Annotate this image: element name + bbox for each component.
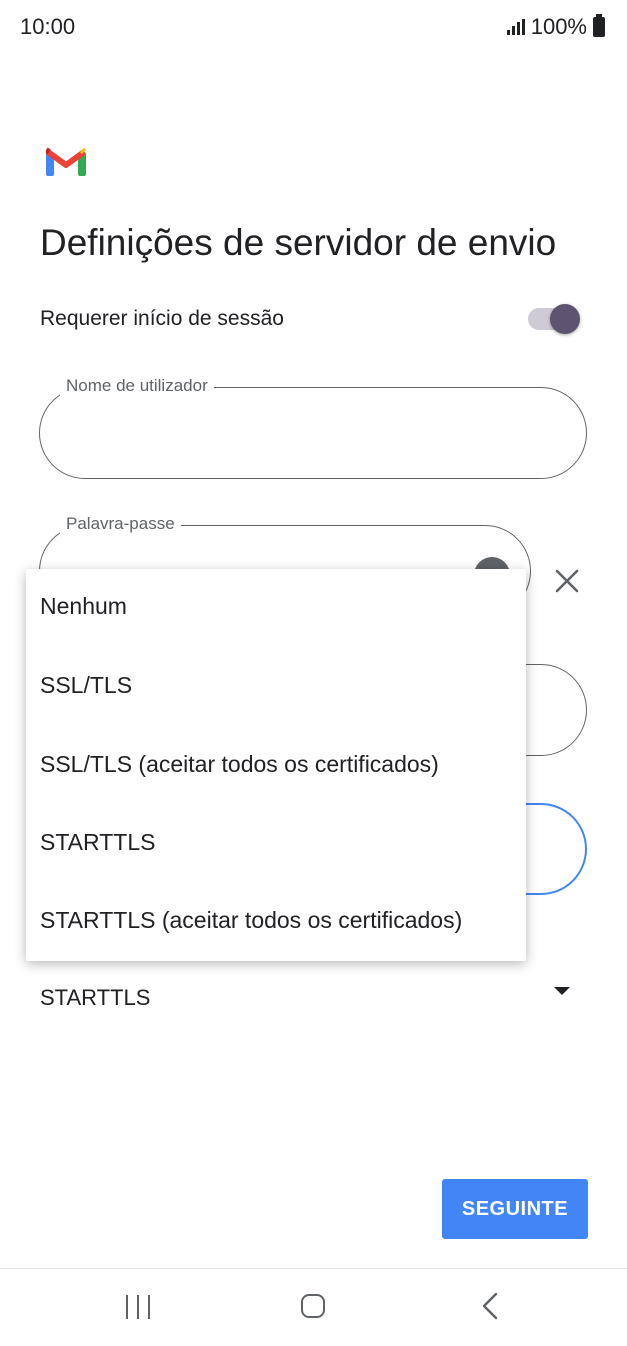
nav-home-icon[interactable] <box>301 1294 325 1318</box>
signal-icon <box>506 19 525 35</box>
require-login-label: Requerer início de sessão <box>40 307 284 330</box>
menu-item-starttls[interactable]: STARTTLS <box>40 829 155 856</box>
toggle-thumb <box>550 304 580 334</box>
nav-back-icon[interactable] <box>480 1292 500 1320</box>
username-field[interactable]: Nome de utilizador <box>39 376 587 479</box>
menu-item-starttls-accept-all[interactable]: STARTTLS (aceitar todos os certificados) <box>40 907 462 934</box>
dropdown-arrow-icon[interactable] <box>554 987 570 995</box>
menu-item-ssl-tls[interactable]: SSL/TLS <box>40 672 132 699</box>
clear-icon[interactable] <box>552 566 582 596</box>
password-label: Palavra-passe <box>60 514 181 534</box>
require-login-toggle[interactable] <box>528 302 584 336</box>
security-dropdown-menu: Nenhum SSL/TLS SSL/TLS (aceitar todos os… <box>26 569 526 961</box>
menu-item-ssl-tls-accept-all[interactable]: SSL/TLS (aceitar todos os certificados) <box>40 751 439 778</box>
status-time: 10:00 <box>20 14 76 39</box>
security-type-value[interactable]: STARTTLS <box>40 985 150 1011</box>
battery-icon <box>593 14 605 37</box>
menu-item-nenhum[interactable]: Nenhum <box>40 593 127 620</box>
next-button[interactable]: SEGUINTE <box>442 1179 588 1239</box>
battery-percent: 100% <box>530 14 587 39</box>
gmail-logo <box>46 147 86 176</box>
page-title: Definições de servidor de envio <box>40 222 557 263</box>
status-indicators: 100% <box>506 14 605 40</box>
nav-recent-icon[interactable] <box>126 1295 152 1319</box>
username-label: Nome de utilizador <box>60 376 214 396</box>
nav-divider <box>0 1268 627 1269</box>
